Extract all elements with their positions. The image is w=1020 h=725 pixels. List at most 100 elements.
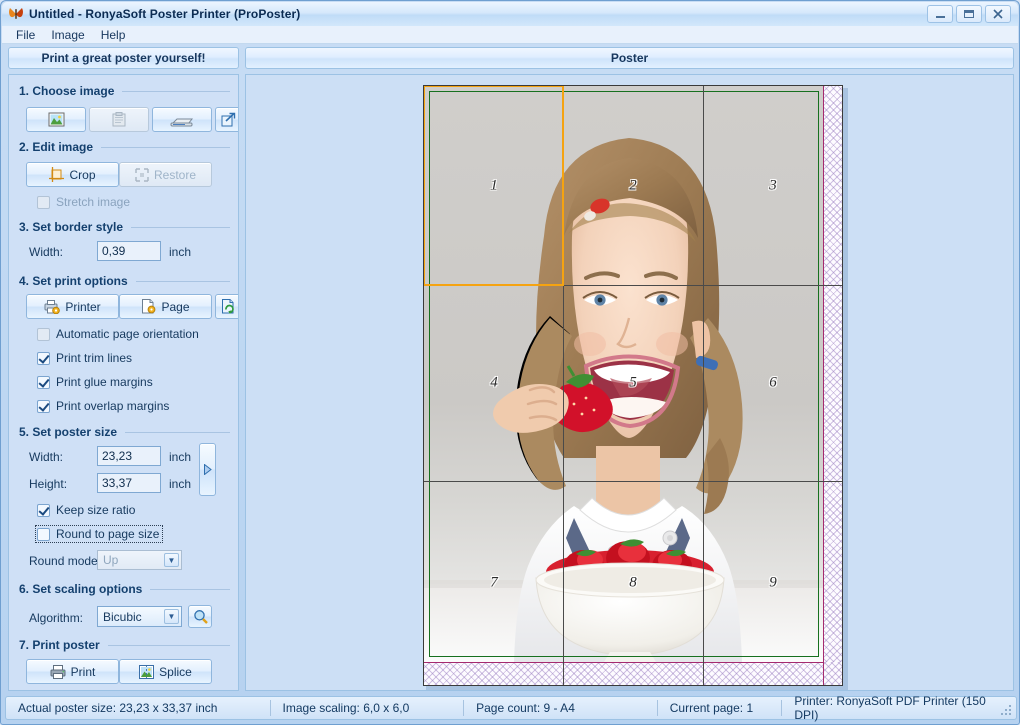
window-buttons (927, 4, 1014, 23)
print-overlap-margins-checkbox[interactable]: Print overlap margins (37, 399, 169, 413)
print-overlap-margins-label: Print overlap margins (56, 399, 169, 413)
chevron-down-icon: ▼ (164, 553, 179, 567)
overlap-margin-bottom (424, 662, 843, 686)
open-image-button[interactable] (26, 107, 86, 132)
border-width-label: Width: (29, 245, 63, 259)
page-number-9: 9 (769, 575, 777, 592)
stretch-image-checkbox-box (37, 196, 50, 209)
page-refresh-icon (221, 299, 236, 314)
page-number-3: 3 (769, 178, 777, 195)
print-glue-margins-label: Print glue margins (56, 375, 153, 389)
round-mode-value: Up (103, 553, 118, 567)
overlap-margin-line-horizontal (424, 662, 823, 663)
page-gear-icon (141, 299, 156, 314)
trim-line-right (818, 91, 819, 657)
poster-height-unit: inch (169, 477, 191, 491)
resize-grip-icon[interactable] (1000, 704, 1012, 716)
link-size-ratio-button[interactable] (199, 443, 216, 496)
window-title: Untitled - RonyaSoft Poster Printer (Pro… (29, 7, 300, 21)
auto-page-orientation-label: Automatic page orientation (56, 327, 199, 341)
chevron-down-icon: ▼ (164, 609, 179, 624)
printer-button-label: Printer (65, 300, 100, 314)
keep-size-ratio-label: Keep size ratio (56, 503, 135, 517)
print-glue-margins-box (37, 376, 50, 389)
poster-preview-panel[interactable]: 1 2 3 4 5 6 7 8 9 (245, 74, 1014, 691)
section-title-scaling-options: 6. Set scaling options (9, 581, 239, 597)
clipboard-icon (112, 112, 126, 127)
status-image-scaling: Image scaling: 6,0 x 6,0 (271, 700, 464, 716)
keep-size-ratio-box (37, 504, 50, 517)
left-panel-header: Print a great poster yourself! (8, 47, 239, 69)
print-button[interactable]: Print (26, 659, 119, 684)
menu-item-help[interactable]: Help (93, 27, 134, 43)
status-actual-poster-size: Actual poster size: 23,23 x 33,37 inch (6, 700, 270, 716)
print-glue-margins-checkbox[interactable]: Print glue margins (37, 375, 153, 389)
print-trim-lines-label: Print trim lines (56, 351, 132, 365)
printer-settings-button[interactable]: Printer (26, 294, 119, 319)
selected-page-highlight[interactable] (423, 85, 564, 286)
menu-bar: File Image Help (2, 26, 1018, 44)
crop-button-label: Crop (69, 168, 95, 182)
poster-width-label: Width: (29, 450, 63, 464)
preview-scaling-button[interactable] (188, 605, 212, 628)
section-title-print-options: 4. Set print options (9, 273, 239, 289)
stretch-image-checkbox[interactable]: Stretch image (37, 195, 130, 209)
splice-icon (139, 665, 154, 679)
trim-line-bottom (429, 656, 819, 657)
border-width-input[interactable]: 0,39 (97, 241, 161, 261)
page-number-7: 7 (490, 575, 498, 592)
page-split-vertical-2 (703, 86, 704, 686)
round-to-page-size-checkbox[interactable]: Round to page size (37, 527, 161, 541)
maximize-button[interactable] (956, 5, 982, 23)
menu-item-image[interactable]: Image (43, 27, 92, 43)
section-title-edit-image: 2. Edit image (9, 139, 239, 155)
print-overlap-margins-box (37, 400, 50, 413)
print-trim-lines-box (37, 352, 50, 365)
external-editor-button[interactable] (215, 107, 239, 132)
print-trim-lines-checkbox[interactable]: Print trim lines (37, 351, 132, 365)
keep-size-ratio-checkbox[interactable]: Keep size ratio (37, 503, 135, 517)
page-settings-button[interactable]: Page (119, 294, 212, 319)
close-button[interactable] (985, 5, 1011, 23)
status-page-count: Page count: 9 - A4 (464, 700, 657, 716)
triangle-right-icon (203, 464, 212, 475)
restore-button-label: Restore (154, 168, 196, 182)
round-to-page-size-label: Round to page size (56, 527, 159, 541)
printer-icon (50, 665, 66, 679)
splice-button-label: Splice (159, 665, 192, 679)
print-button-label: Print (71, 665, 96, 679)
auto-page-orientation-checkbox[interactable]: Automatic page orientation (37, 327, 199, 341)
algorithm-value: Bicubic (103, 610, 142, 624)
page-number-6: 6 (769, 375, 777, 392)
poster-width-input[interactable]: 23,23 (97, 446, 161, 466)
status-bar: Actual poster size: 23,23 x 33,37 inch I… (5, 696, 1017, 720)
page-number-2: 2 (629, 178, 637, 195)
poster-sheet[interactable]: 1 2 3 4 5 6 7 8 9 (423, 85, 843, 686)
status-printer: Printer: RonyaSoft PDF Printer (150 DPI) (782, 700, 1016, 716)
restore-button[interactable]: Restore (119, 162, 212, 187)
section-title-print-poster: 7. Print poster (9, 637, 239, 653)
overlap-margin-line-vertical (823, 86, 824, 686)
crop-button[interactable]: Crop (26, 162, 119, 187)
section-title-border-style: 3. Set border style (9, 219, 239, 235)
refresh-preview-button[interactable] (215, 294, 239, 319)
paste-image-button[interactable] (89, 107, 149, 132)
algorithm-select[interactable]: Bicubic ▼ (97, 606, 182, 627)
scanner-icon (170, 113, 194, 127)
algorithm-label: Algorithm: (29, 611, 83, 625)
scan-image-button[interactable] (152, 107, 212, 132)
poster-height-label: Height: (29, 477, 67, 491)
menu-item-file[interactable]: File (8, 27, 43, 43)
page-button-label: Page (161, 300, 189, 314)
steps-sidebar: 1. Choose image (8, 74, 239, 691)
restore-icon (135, 168, 149, 182)
round-mode-select[interactable]: Up ▼ (97, 550, 182, 570)
round-mode-label: Round mode: (29, 554, 101, 568)
poster-panel-header: Poster (245, 47, 1014, 69)
border-width-unit: inch (169, 245, 191, 259)
poster-width-unit: inch (169, 450, 191, 464)
auto-page-orientation-box (37, 328, 50, 341)
poster-height-input[interactable]: 33,37 (97, 473, 161, 493)
minimize-button[interactable] (927, 5, 953, 23)
splice-button[interactable]: Splice (119, 659, 212, 684)
